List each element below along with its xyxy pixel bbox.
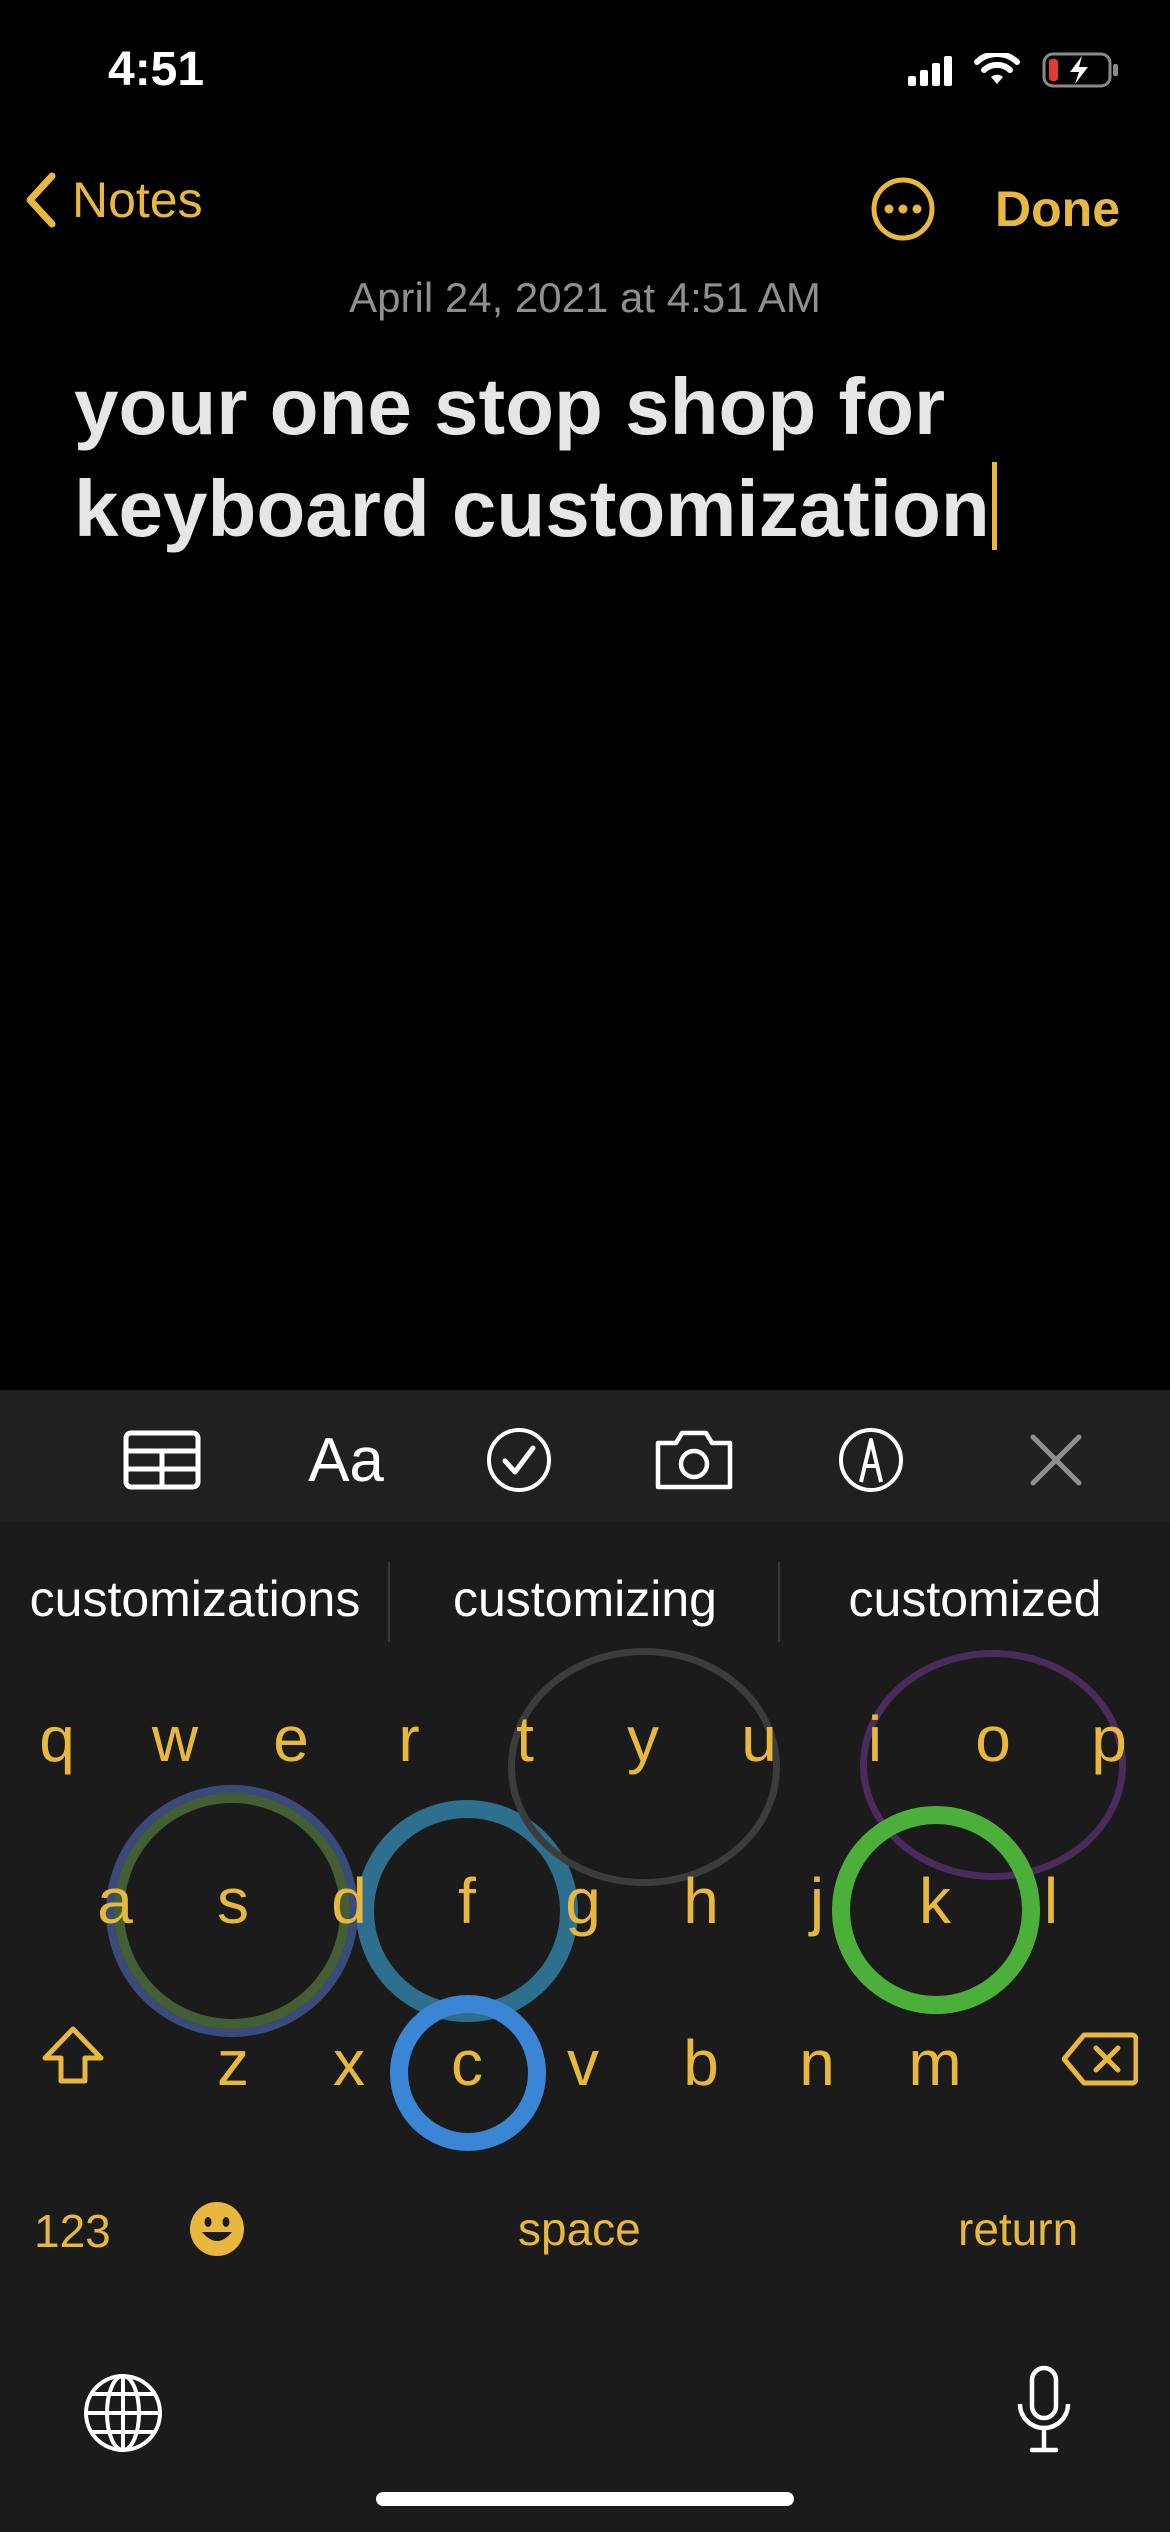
- globe-button[interactable]: [82, 2372, 164, 2459]
- text-format-button[interactable]: Aa: [298, 1420, 394, 1500]
- note-line-2: keyboard customization: [74, 464, 990, 553]
- globe-icon: [84, 2374, 162, 2452]
- done-button[interactable]: Done: [995, 180, 1120, 238]
- key-z[interactable]: z: [188, 2026, 278, 2100]
- space-key[interactable]: space: [518, 2202, 641, 2256]
- key-a[interactable]: a: [70, 1864, 160, 1938]
- key-j[interactable]: j: [772, 1864, 862, 1938]
- cellular-icon: [908, 56, 952, 86]
- shift-key[interactable]: [28, 2024, 118, 2101]
- close-icon: [1030, 1434, 1082, 1486]
- battery-charging-icon: [1042, 52, 1118, 88]
- note-date: April 24, 2021 at 4:51 AM: [349, 274, 821, 321]
- key-c[interactable]: c: [422, 2026, 512, 2100]
- key-i[interactable]: i: [830, 1702, 920, 1776]
- suggestion-2[interactable]: customizing: [390, 1570, 780, 1628]
- shift-icon: [42, 2026, 104, 2084]
- key-f[interactable]: f: [422, 1864, 512, 1938]
- return-key[interactable]: return: [958, 2202, 1078, 2256]
- text-caret: [991, 462, 997, 550]
- key-w[interactable]: w: [130, 1702, 220, 1776]
- chevron-left-icon: [26, 172, 56, 228]
- key-g[interactable]: g: [538, 1864, 628, 1938]
- suggestion-3[interactable]: customized: [780, 1570, 1170, 1628]
- text-format-icon: Aa: [308, 1425, 384, 1495]
- back-button-label: Notes: [72, 172, 203, 228]
- backspace-key[interactable]: [1050, 2028, 1150, 2102]
- dictation-button[interactable]: [1012, 2364, 1076, 2461]
- note-line-1: your one stop shop for: [74, 362, 946, 451]
- close-toolbar-button[interactable]: [1026, 1420, 1086, 1500]
- key-l[interactable]: l: [1006, 1864, 1096, 1938]
- key-b[interactable]: b: [656, 2026, 746, 2100]
- numbers-key[interactable]: 123: [34, 2204, 111, 2258]
- key-e[interactable]: e: [246, 1702, 336, 1776]
- keyboard: [0, 1390, 1170, 2532]
- status-time: 4:51: [108, 43, 205, 96]
- back-button[interactable]: Notes: [22, 170, 203, 230]
- key-r[interactable]: r: [364, 1702, 454, 1776]
- key-x[interactable]: x: [304, 2026, 394, 2100]
- status-icons: [908, 50, 1120, 90]
- checklist-icon: [487, 1428, 551, 1492]
- ellipsis-circle-icon: [871, 177, 935, 241]
- key-o[interactable]: o: [948, 1702, 1038, 1776]
- key-u[interactable]: u: [714, 1702, 804, 1776]
- camera-button[interactable]: [654, 1420, 734, 1500]
- table-button[interactable]: [122, 1420, 202, 1500]
- key-v[interactable]: v: [538, 2026, 628, 2100]
- suggestion-1[interactable]: customizations: [0, 1570, 390, 1628]
- key-k[interactable]: k: [890, 1864, 980, 1938]
- markup-button[interactable]: [836, 1420, 906, 1500]
- wifi-icon: [974, 53, 1020, 84]
- key-y[interactable]: y: [598, 1702, 688, 1776]
- key-p[interactable]: p: [1064, 1702, 1154, 1776]
- key-q[interactable]: q: [12, 1702, 102, 1776]
- key-m[interactable]: m: [890, 2026, 980, 2100]
- backspace-icon: [1061, 2032, 1139, 2086]
- table-icon: [123, 1430, 201, 1490]
- emoji-key[interactable]: [188, 2200, 246, 2269]
- note-text-area[interactable]: your one stop shop for keyboard customiz…: [74, 356, 1124, 560]
- checklist-button[interactable]: [484, 1420, 554, 1500]
- key-t[interactable]: t: [480, 1702, 570, 1776]
- microphone-icon: [1017, 2365, 1071, 2453]
- key-n[interactable]: n: [772, 2026, 862, 2100]
- more-button[interactable]: [870, 176, 936, 247]
- camera-icon: [655, 1430, 733, 1490]
- key-s[interactable]: s: [188, 1864, 278, 1938]
- key-h[interactable]: h: [656, 1864, 746, 1938]
- emoji-icon: [190, 2202, 244, 2256]
- key-d[interactable]: d: [304, 1864, 394, 1938]
- home-indicator: [376, 2492, 794, 2506]
- markup-icon: [839, 1428, 903, 1492]
